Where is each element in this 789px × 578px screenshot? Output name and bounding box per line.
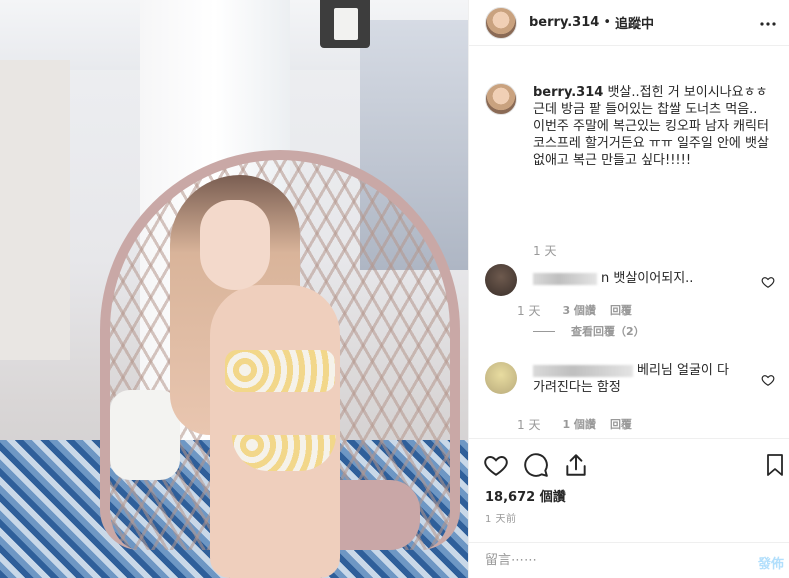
comment-text: 베리님 얼굴이 다 가려진다는 함정 [533,362,743,396]
torso [210,285,340,578]
caption-line-2: 근데 방금 팥 들어있는 찹쌀 도너츠 먹음.. [533,102,758,117]
comment-likes[interactable]: 3 個讚 [562,302,595,319]
comment-timestamp: 1 天 [517,304,541,318]
face [200,200,270,290]
post-button[interactable]: 發佈 [758,553,784,572]
commenter-avatar[interactable] [485,264,517,296]
likes-count[interactable]: 18,672 個讚 [485,486,566,505]
comment-meta: 1 天 1 個讚 回覆 [517,416,646,433]
avatar[interactable] [485,6,517,39]
comment-text: n 뱃살이어되지.. [533,270,743,287]
share-arrow-icon[interactable] [563,452,589,478]
action-bar [469,438,789,490]
post-header: berry.314 • 追蹤中 [469,0,789,46]
caption-username[interactable]: berry.314 [533,85,603,100]
bookmark-icon[interactable] [763,452,789,478]
comment-meta: 1 天 3 個讚 回覆 [517,302,646,319]
blurred-username[interactable] [533,272,597,285]
wall [0,60,70,360]
comment-input[interactable] [485,553,725,568]
view-replies-label[interactable]: 查看回覆（2） [571,323,645,339]
header-username[interactable]: berry.314 [529,15,599,30]
comment-timestamp: 1 天 [517,418,541,432]
heart-icon[interactable] [761,274,775,288]
post-photo[interactable] [0,0,468,578]
separator-dot: • [603,15,611,30]
reply-button[interactable]: 回覆 [610,416,632,433]
commenter-avatar[interactable] [485,362,517,394]
comment-bubble-icon[interactable] [523,452,549,478]
following-button[interactable]: 追蹤中 [615,13,654,32]
comment-likes[interactable]: 1 個讚 [562,416,595,433]
caption: berry.314 뱃살..접힌 거 보이시나요ㅎㅎ 근데 방금 팥 들어있는 … [533,84,779,169]
blurred-username[interactable] [533,364,633,377]
bikini-top [225,350,335,392]
caption-line-3: 이번주 주말에 복근있는 킹오파 남자 캐릭터 코스프레 할거거든요 ㅠㅠ 일주… [533,119,769,168]
wall-lamp [320,0,370,48]
heart-icon[interactable] [761,372,775,386]
view-replies-button[interactable]: 查看回覆（2） [533,323,645,339]
divider-line [533,330,555,332]
more-horizontal-icon[interactable] [756,12,780,36]
username-suffix: n [601,271,610,286]
post-timestamp: 1 天前 [485,514,517,525]
caption-line-1: 뱃살..접힌 거 보이시나요ㅎㅎ [607,85,768,100]
comment-body: 뱃살이어되지.. [613,271,694,286]
reply-button[interactable]: 回覆 [610,302,632,319]
post-details-panel: berry.314 • 追蹤中 berry.314 뱃살..접힌 거 보이시나요… [468,0,789,578]
person [170,175,380,578]
heart-icon[interactable] [483,452,509,478]
comment-box: 發佈 [469,542,789,578]
caption-timestamp: 1 天 [533,244,557,258]
caption-avatar[interactable] [485,83,517,115]
